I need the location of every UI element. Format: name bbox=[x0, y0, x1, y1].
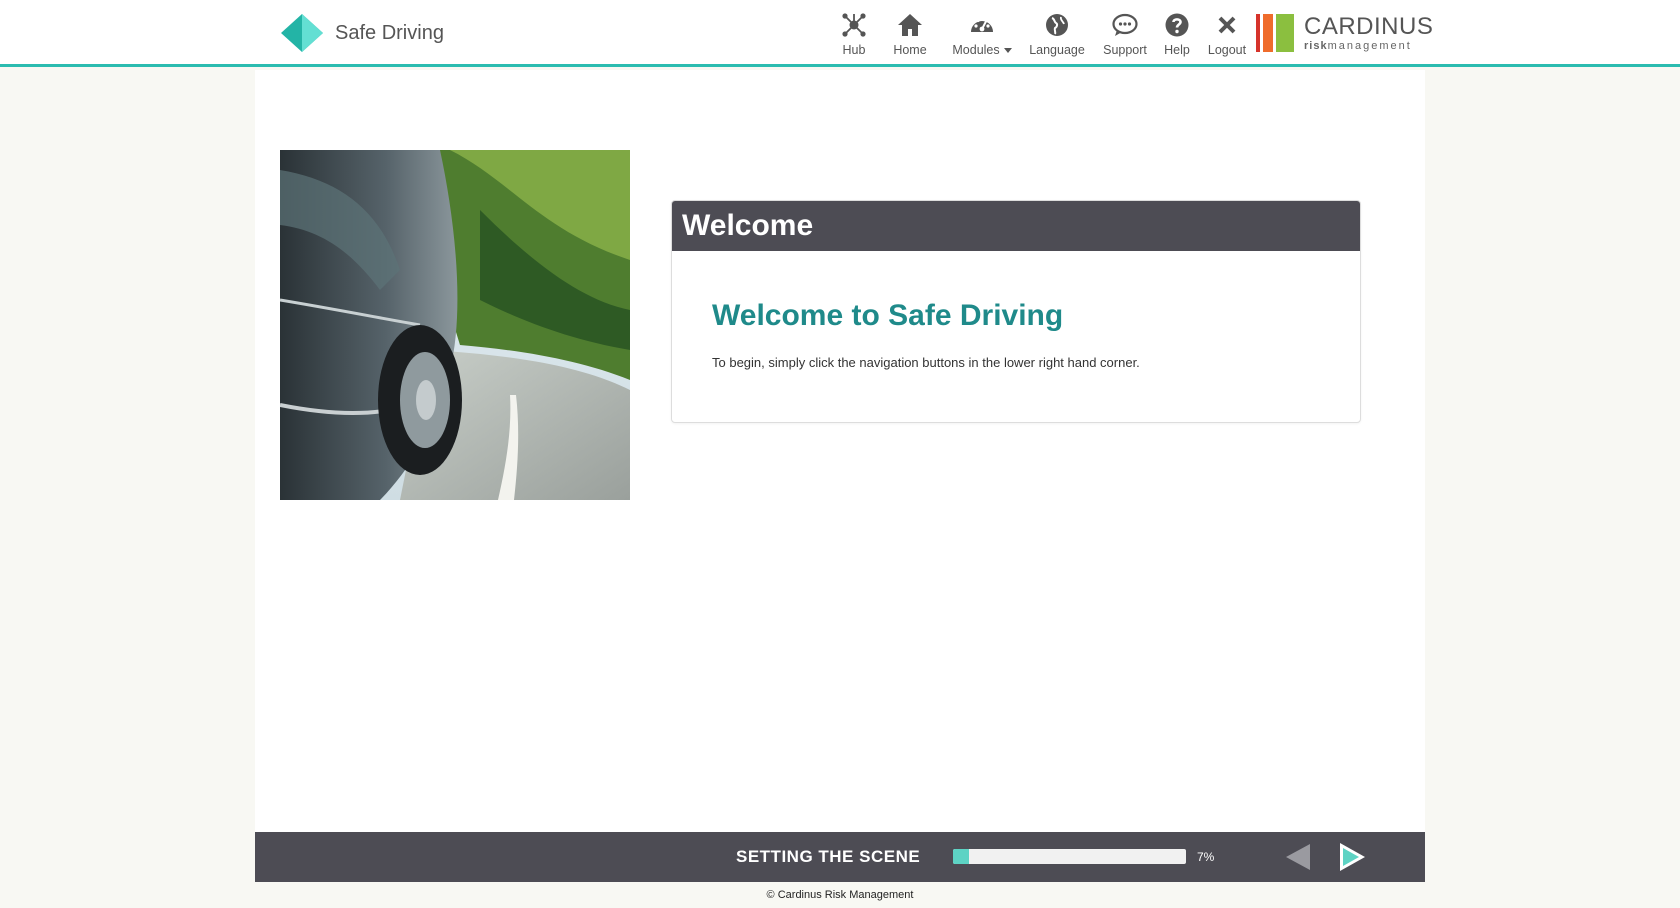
progress-fill bbox=[953, 849, 970, 864]
nav-help[interactable]: Help bbox=[1161, 12, 1193, 60]
progress-bar bbox=[953, 849, 1186, 864]
section-title: SETTING THE SCENE bbox=[736, 847, 921, 866]
nav-support[interactable]: Support bbox=[1102, 12, 1148, 60]
copyright-symbol: © bbox=[766, 889, 775, 901]
nav-language[interactable]: Language bbox=[1029, 12, 1085, 60]
car-hero-image bbox=[280, 150, 630, 500]
top-navigation-bar: Safe Driving Hub Home Modules Language S… bbox=[0, 0, 1680, 67]
nav-logout[interactable]: Logout bbox=[1205, 12, 1249, 60]
nav-label: Language bbox=[1029, 43, 1085, 57]
nav-modules[interactable]: Modules bbox=[951, 12, 1013, 60]
tagline-rest: management bbox=[1327, 39, 1412, 52]
nav-label: Help bbox=[1164, 43, 1190, 57]
home-icon bbox=[898, 14, 922, 36]
progress-percent: 7% bbox=[1197, 850, 1215, 864]
cardinus-logo: CARDINUS riskmanagement bbox=[1256, 13, 1433, 53]
globe-icon bbox=[1046, 14, 1068, 36]
safe-driving-logo-icon bbox=[281, 14, 323, 52]
chat-icon bbox=[1112, 13, 1138, 36]
chevron-down-icon bbox=[1003, 48, 1012, 54]
content-stage: Welcome Welcome to Safe Driving To begin… bbox=[255, 70, 1425, 832]
bottom-control-bar: SETTING THE SCENE 7% bbox=[255, 832, 1425, 882]
cardinus-wordmark: CARDINUS riskmanagement bbox=[1304, 12, 1434, 52]
nav-label: Home bbox=[893, 43, 927, 57]
nav-label: Hub bbox=[842, 43, 866, 57]
nav-home[interactable]: Home bbox=[886, 12, 934, 60]
nav-label: Support bbox=[1103, 43, 1147, 57]
card-title: Welcome to Safe Driving bbox=[712, 299, 1064, 332]
footer-text: Cardinus Risk Management bbox=[777, 889, 914, 901]
card-header: Welcome bbox=[672, 201, 1360, 251]
footer: © Cardinus Risk Management bbox=[0, 889, 1680, 901]
question-icon bbox=[1165, 13, 1189, 37]
main-nav: Hub Home Modules Language Support Help L… bbox=[836, 12, 1249, 60]
brand[interactable]: Safe Driving bbox=[281, 14, 444, 52]
hub-icon bbox=[842, 13, 866, 37]
cardinus-name: CARDINUS bbox=[1304, 12, 1434, 40]
dashboard-icon bbox=[971, 16, 993, 32]
tagline-bold: risk bbox=[1304, 39, 1328, 52]
close-icon bbox=[1218, 16, 1236, 34]
cardinus-bars-icon bbox=[1256, 14, 1294, 52]
card-body-text: To begin, simply click the navigation bu… bbox=[712, 355, 1140, 370]
cardinus-tagline: riskmanagement bbox=[1304, 39, 1433, 52]
app-title: Safe Driving bbox=[335, 21, 444, 44]
nav-hub[interactable]: Hub bbox=[836, 12, 872, 60]
next-button[interactable] bbox=[1334, 840, 1368, 874]
welcome-card: Welcome Welcome to Safe Driving To begin… bbox=[671, 200, 1361, 423]
previous-button[interactable] bbox=[1282, 840, 1316, 874]
nav-label: Modules bbox=[952, 43, 1000, 57]
nav-label-wrap: Modules bbox=[952, 43, 1012, 57]
nav-label: Logout bbox=[1207, 43, 1247, 57]
